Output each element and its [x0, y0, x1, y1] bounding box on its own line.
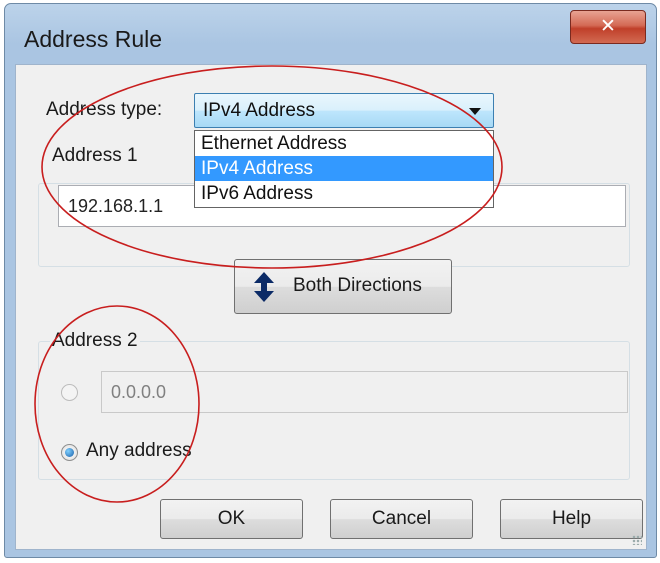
close-button[interactable]: ✕: [570, 10, 646, 44]
close-icon: ✕: [600, 15, 616, 37]
address2-input[interactable]: 0.0.0.0: [101, 371, 628, 413]
any-address-radio[interactable]: [61, 444, 78, 461]
dialog-window: Address Rule ✕ Address type: IPv4 Addres…: [4, 3, 657, 558]
address-type-label: Address type:: [46, 99, 163, 120]
up-down-arrow-icon: [254, 272, 274, 302]
resize-grip[interactable]: [632, 535, 642, 545]
specific-address-radio[interactable]: [61, 384, 78, 401]
cancel-button[interactable]: Cancel: [330, 499, 473, 539]
address-type-value: IPv4 Address: [203, 100, 315, 121]
help-button[interactable]: Help: [500, 499, 643, 539]
dialog-client: Address type: IPv4 Address Address 1 192…: [15, 64, 647, 550]
option-ethernet-address[interactable]: Ethernet Address: [195, 131, 493, 156]
address-type-dropdown-list[interactable]: Ethernet Address IPv4 Address IPv6 Addre…: [194, 130, 494, 208]
option-ipv4-address[interactable]: IPv4 Address: [195, 156, 493, 181]
ok-button[interactable]: OK: [160, 499, 303, 539]
address-type-combobox[interactable]: IPv4 Address: [194, 93, 494, 128]
address2-value: 0.0.0.0: [111, 382, 167, 402]
window-title: Address Rule: [24, 26, 163, 52]
address1-group-label: Address 1: [50, 145, 140, 167]
dropdown-arrow-icon[interactable]: [469, 108, 481, 115]
address1-value: 192.168.1.1: [68, 196, 164, 216]
both-directions-label: Both Directions: [293, 275, 422, 296]
address2-group-label: Address 2: [50, 330, 140, 352]
title-bar[interactable]: Address Rule ✕: [5, 4, 656, 64]
any-address-label[interactable]: Any address: [86, 440, 192, 462]
option-ipv6-address[interactable]: IPv6 Address: [195, 181, 493, 206]
both-directions-button[interactable]: Both Directions: [234, 259, 452, 314]
